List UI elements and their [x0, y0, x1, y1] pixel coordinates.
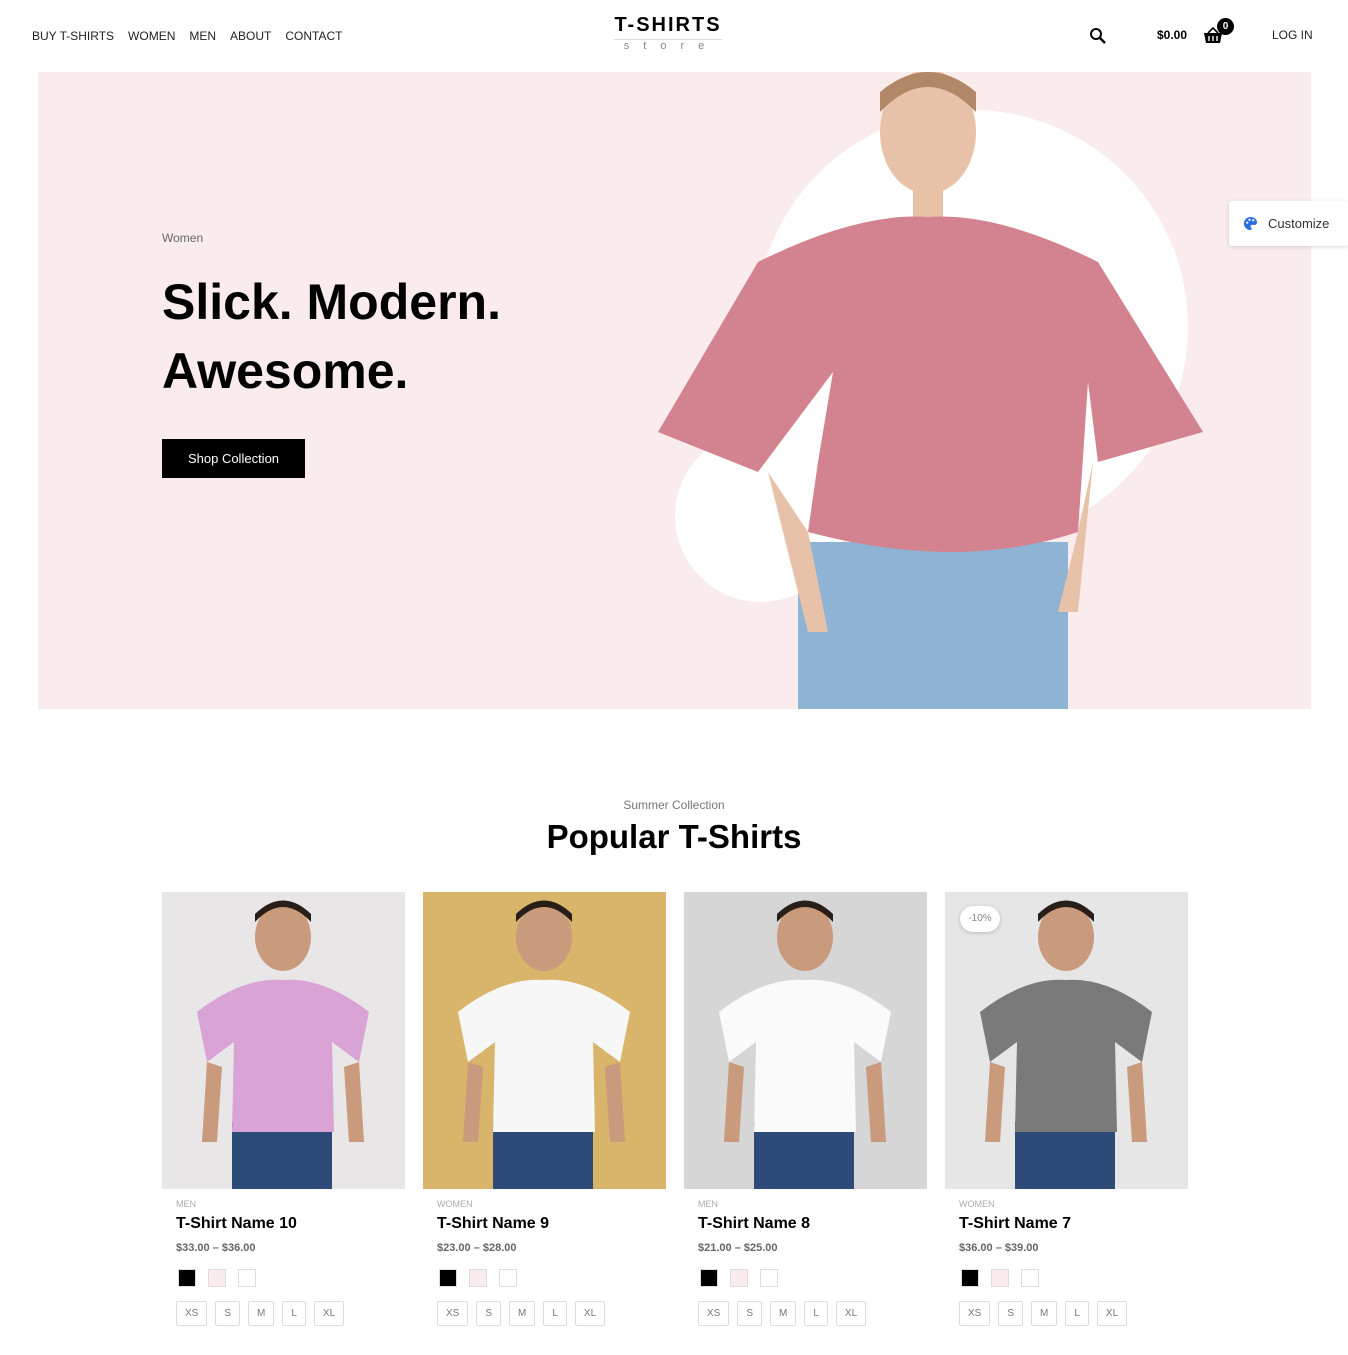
color-swatch[interactable] — [469, 1269, 487, 1287]
nav-about[interactable]: ABOUT — [230, 29, 271, 43]
product-price: $23.00 – $28.00 — [437, 1242, 517, 1254]
size-option[interactable]: M — [1031, 1301, 1058, 1326]
product-card[interactable]: MEN T-Shirt Name 8 $21.00 – $25.00 XS S M L… — [684, 892, 927, 1326]
color-swatch[interactable] — [1021, 1269, 1039, 1287]
color-swatches — [178, 1269, 405, 1287]
customize-label: Customize — [1268, 216, 1330, 231]
size-option[interactable]: L — [804, 1301, 828, 1326]
size-options: XS S M L XL — [176, 1301, 405, 1326]
login-link[interactable]: LOG IN — [1272, 28, 1313, 42]
size-option[interactable]: M — [770, 1301, 797, 1326]
product-card[interactable]: WOMEN T-Shirt Name 9 $23.00 – $28.00 XS S… — [423, 892, 666, 1326]
product-image[interactable] — [162, 892, 405, 1189]
size-option[interactable]: L — [1065, 1301, 1089, 1326]
customize-button[interactable]: Customize — [1229, 201, 1348, 246]
section-title: Popular T-Shirts — [546, 818, 802, 855]
size-options: XS S M L XL — [959, 1301, 1188, 1326]
product-image[interactable] — [423, 892, 666, 1189]
product-name[interactable]: T-Shirt Name 7 — [959, 1215, 1188, 1233]
size-option[interactable]: XS — [698, 1301, 730, 1326]
product-price: $33.00 – $36.00 — [176, 1242, 256, 1254]
product-name[interactable]: T-Shirt Name 8 — [698, 1215, 927, 1233]
size-option[interactable]: S — [737, 1301, 763, 1326]
sale-badge: -10% — [960, 906, 1000, 932]
hero-headline: Slick. Modern. Awesome. — [162, 274, 501, 399]
size-options: XS S M L XL — [437, 1301, 666, 1326]
nav-men[interactable]: MEN — [189, 29, 216, 43]
size-option[interactable]: XL — [574, 1301, 606, 1326]
color-swatch[interactable] — [961, 1269, 979, 1287]
product-category[interactable]: MEN — [698, 1199, 927, 1209]
color-swatch[interactable] — [730, 1269, 748, 1287]
product-name[interactable]: T-Shirt Name 9 — [437, 1215, 666, 1233]
hero-model-image — [658, 72, 1203, 709]
product-price: $36.00 – $39.00 — [959, 1242, 1039, 1254]
hero-banner: Women Slick. Modern. Awesome. Shop Colle… — [38, 72, 1311, 709]
shop-collection-button[interactable]: Shop Collection — [162, 439, 305, 478]
logo-subtitle: store — [614, 39, 722, 52]
size-option[interactable]: XS — [959, 1301, 991, 1326]
color-swatches — [961, 1269, 1188, 1287]
color-swatch[interactable] — [178, 1269, 196, 1287]
product-price: $21.00 – $25.00 — [698, 1242, 778, 1254]
product-category[interactable]: WOMEN — [959, 1199, 1188, 1209]
hero-eyebrow: Women — [162, 231, 204, 245]
site-header: BUY T-SHIRTS WOMEN MEN ABOUT CONTACT T-S… — [0, 0, 1348, 72]
product-photo — [458, 900, 630, 1189]
palette-icon — [1243, 216, 1258, 231]
cart-total[interactable]: $0.00 — [1157, 28, 1187, 42]
size-option[interactable]: S — [215, 1301, 241, 1326]
size-option[interactable]: XL — [1096, 1301, 1128, 1326]
product-name[interactable]: T-Shirt Name 10 — [176, 1215, 405, 1233]
color-swatch[interactable] — [439, 1269, 457, 1287]
color-swatches — [439, 1269, 666, 1287]
product-card[interactable]: MEN T-Shirt Name 10 $33.00 – $36.00 XS S M… — [162, 892, 405, 1326]
color-swatch[interactable] — [208, 1269, 226, 1287]
color-swatch[interactable] — [991, 1269, 1009, 1287]
size-options: XS S M L XL — [698, 1301, 927, 1326]
size-option[interactable]: XS — [437, 1301, 469, 1326]
nav-women[interactable]: WOMEN — [128, 29, 175, 43]
main-nav: BUY T-SHIRTS WOMEN MEN ABOUT CONTACT — [32, 29, 342, 43]
size-option[interactable]: L — [543, 1301, 567, 1326]
section-eyebrow: Summer Collection — [623, 798, 725, 812]
size-option[interactable]: XL — [835, 1301, 867, 1326]
size-option[interactable]: L — [282, 1301, 306, 1326]
nav-buy-tshirts[interactable]: BUY T-SHIRTS — [32, 29, 114, 43]
color-swatches — [700, 1269, 927, 1287]
cart-count-badge: 0 — [1217, 18, 1234, 35]
nav-contact[interactable]: CONTACT — [285, 29, 342, 43]
logo-title: T-SHIRTS — [614, 14, 722, 36]
product-category[interactable]: MEN — [176, 1199, 405, 1209]
product-card[interactable]: -10% WOMEN T-Shirt Name 7 $36.00 – $39.0… — [945, 892, 1188, 1326]
color-swatch[interactable] — [238, 1269, 256, 1287]
search-icon[interactable] — [1089, 27, 1107, 45]
size-option[interactable]: M — [248, 1301, 275, 1326]
size-option[interactable]: XL — [313, 1301, 345, 1326]
product-image[interactable]: -10% — [945, 892, 1188, 1189]
color-swatch[interactable] — [499, 1269, 517, 1287]
size-option[interactable]: M — [509, 1301, 536, 1326]
product-photo — [197, 900, 369, 1189]
site-logo[interactable]: T-SHIRTS store — [614, 14, 722, 52]
color-swatch[interactable] — [700, 1269, 718, 1287]
size-option[interactable]: XS — [176, 1301, 208, 1326]
product-category[interactable]: WOMEN — [437, 1199, 666, 1209]
size-option[interactable]: S — [998, 1301, 1024, 1326]
color-swatch[interactable] — [760, 1269, 778, 1287]
product-photo — [980, 900, 1152, 1189]
size-option[interactable]: S — [476, 1301, 502, 1326]
product-image[interactable] — [684, 892, 927, 1189]
product-photo — [719, 900, 891, 1189]
